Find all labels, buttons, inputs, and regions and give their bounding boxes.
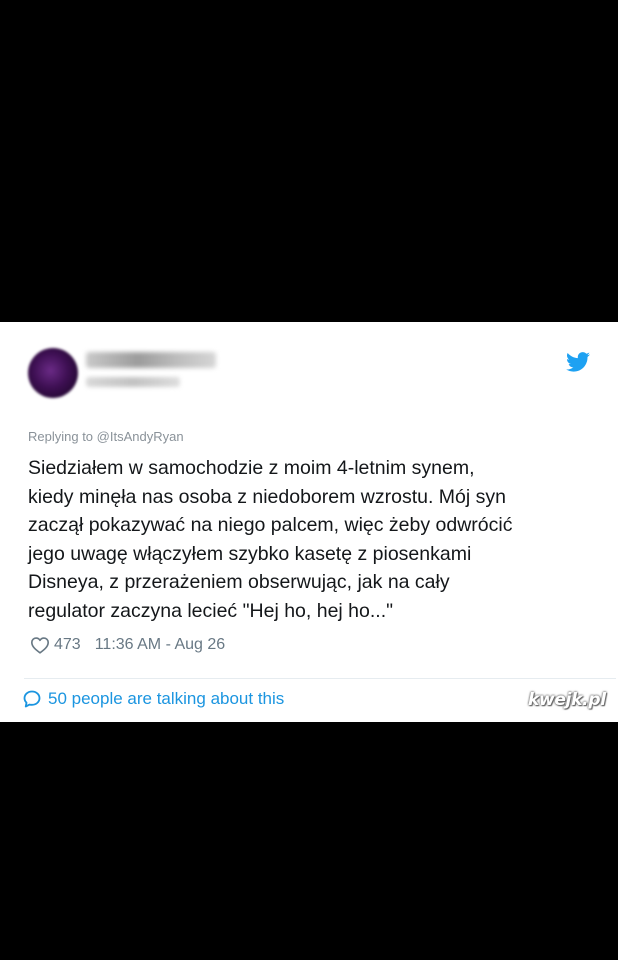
display-name-blurred[interactable]	[86, 352, 216, 368]
tweet-text-line: Disneya, z przerażeniem obserwując, jak …	[28, 571, 450, 593]
username-handle-blurred[interactable]	[86, 377, 180, 387]
speech-bubble-icon	[23, 690, 41, 708]
tweet-header	[0, 322, 618, 422]
tweet-text-line: jego uwagę włączyłem szybko kasetę z pio…	[28, 542, 472, 565]
tweet-text-line: Siedziałem w samochodzie z moim 4-letnim…	[28, 457, 475, 479]
tweet-meta: 473 11:36 AM - Aug 26	[30, 634, 225, 656]
tweet-text-line: zaczął pokazywać na niego palcem, więc ż…	[28, 514, 513, 536]
like-count: 473	[54, 636, 81, 653]
replying-to-line: Replying to @ItsAndyRyan	[28, 429, 184, 444]
kwejk-watermark: kwejk.pl	[528, 690, 606, 710]
talking-about-link[interactable]: 50 people are talking about this	[22, 687, 284, 711]
tweet-text: Siedziałem w samochodzie z moim 4-letnim…	[28, 454, 608, 625]
heart-icon[interactable]	[30, 636, 50, 654]
reply-to-handle[interactable]: @ItsAndyRyan	[97, 429, 184, 444]
twitter-bird-icon[interactable]	[566, 352, 590, 372]
replying-to-label: Replying to	[28, 429, 94, 444]
tweet-card: Replying to @ItsAndyRyan Siedziałem w sa…	[0, 322, 618, 722]
tweet-timestamp[interactable]: 11:36 AM - Aug 26	[95, 636, 225, 654]
avatar[interactable]	[28, 348, 78, 398]
talking-about-text: 50 people are talking about this	[48, 689, 285, 708]
tweet-text-line: regulator zaczyna lecieć "Hej ho, hej ho…	[28, 599, 394, 622]
divider	[24, 678, 616, 679]
tweet-text-line: kiedy minęła nas osoba z niedoborem wzro…	[28, 485, 506, 508]
